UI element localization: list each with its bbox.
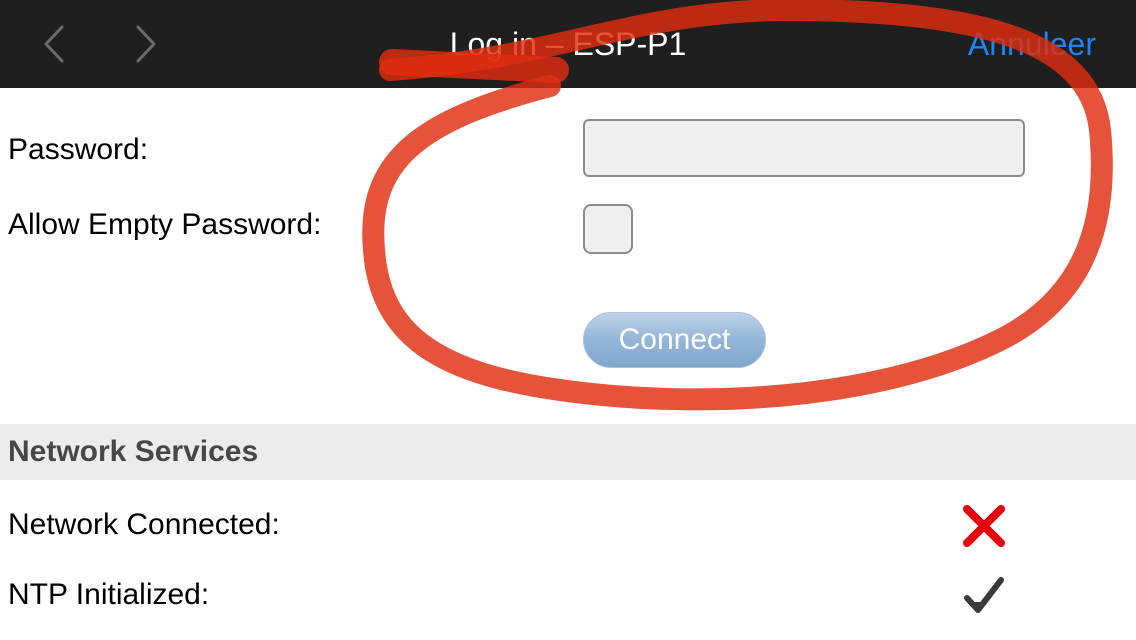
connect-button[interactable]: Connect — [583, 312, 766, 368]
password-input[interactable] — [583, 119, 1025, 177]
login-page: Log in – ESP-P1 Annuleer Password: Allow… — [0, 0, 1136, 640]
checkmark-icon — [964, 577, 1004, 613]
ntp-initialized-label: NTP Initialized: — [8, 578, 210, 611]
network-connected-label: Network Connected: — [8, 508, 280, 541]
cross-icon — [963, 505, 1005, 547]
top-bar: Log in – ESP-P1 Annuleer — [0, 0, 1136, 88]
section-title: Network Services — [8, 435, 259, 468]
section-header: Network Services — [0, 424, 1136, 480]
cancel-button[interactable]: Annuleer — [968, 26, 1096, 62]
password-label: Password: — [8, 133, 149, 166]
page-title: Log in – ESP-P1 — [449, 26, 687, 62]
allow-empty-password-label: Allow Empty Password: — [8, 208, 322, 241]
allow-empty-password-checkbox[interactable] — [583, 204, 633, 254]
